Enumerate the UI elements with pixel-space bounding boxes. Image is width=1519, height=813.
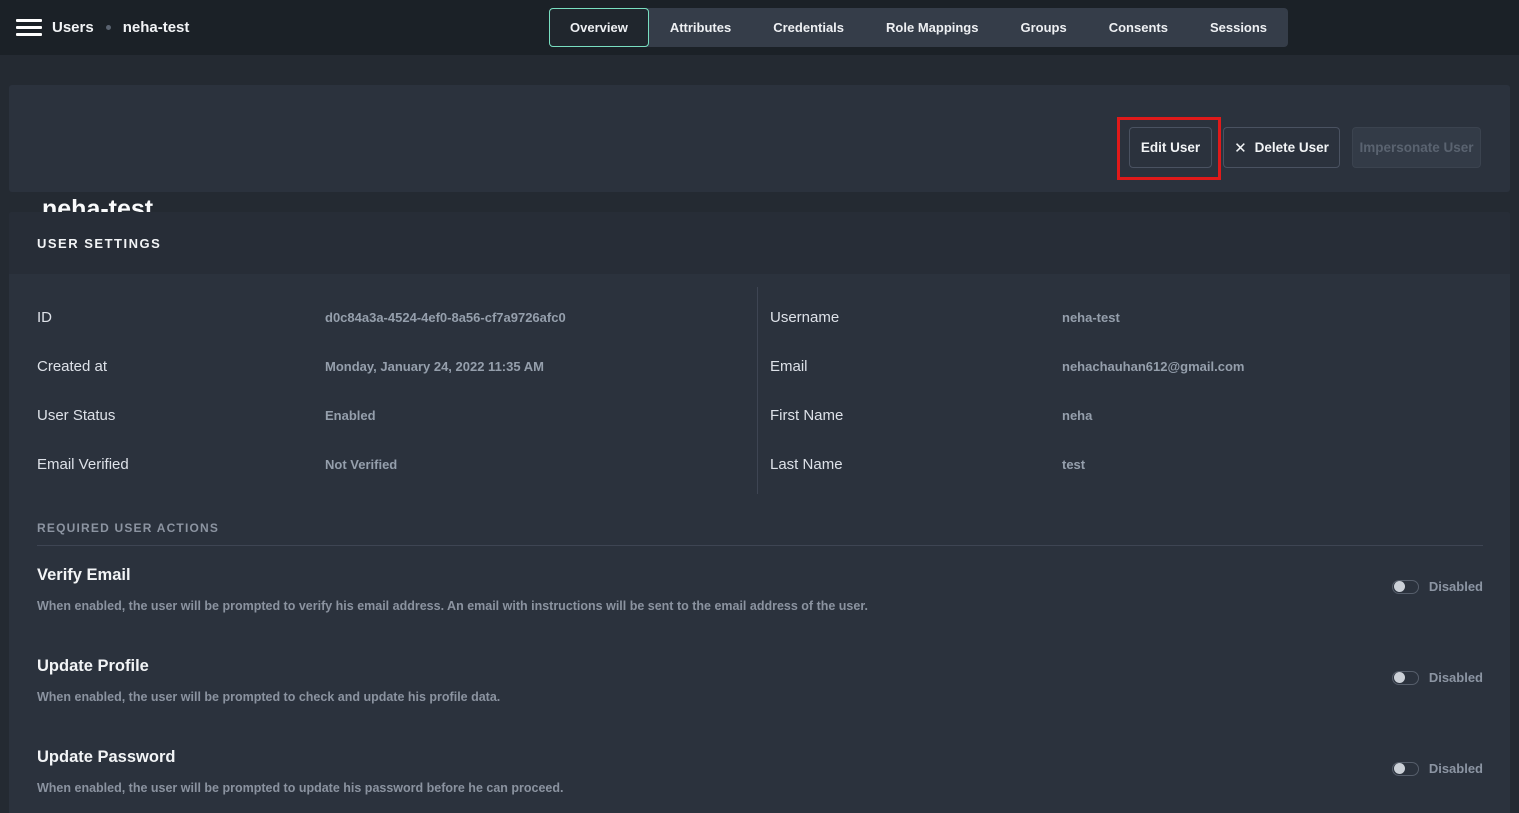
action-update-profile: Update Profile When enabled, the user wi… bbox=[37, 657, 1483, 749]
user-settings-card: USER SETTINGS ID d0c84a3a-4524-4ef0-8a56… bbox=[9, 212, 1510, 813]
action-description: When enabled, the user will be prompted … bbox=[37, 690, 1483, 704]
action-title: Verify Email bbox=[37, 566, 1483, 585]
field-label-email: Email bbox=[770, 358, 808, 375]
impersonate-user-button[interactable]: Impersonate User bbox=[1352, 127, 1481, 168]
breadcrumb-current: neha-test bbox=[123, 19, 190, 36]
field-value-first-name: neha bbox=[1062, 408, 1092, 423]
field-value-email: nehachauhan612@gmail.com bbox=[1062, 359, 1244, 374]
field-label-created-at: Created at bbox=[37, 358, 107, 375]
verify-email-toggle-group: Disabled bbox=[1392, 579, 1483, 594]
required-actions-divider bbox=[37, 545, 1483, 546]
field-label-first-name: First Name bbox=[770, 407, 843, 424]
field-value-last-name: test bbox=[1062, 457, 1085, 472]
tab-bar: Overview Attributes Credentials Role Map… bbox=[549, 8, 1288, 47]
breadcrumb-separator-icon bbox=[106, 25, 111, 30]
tab-consents[interactable]: Consents bbox=[1088, 8, 1189, 47]
verify-email-toggle[interactable] bbox=[1392, 580, 1419, 594]
field-label-id: ID bbox=[37, 309, 52, 326]
delete-user-button[interactable]: ✕ Delete User bbox=[1223, 127, 1340, 168]
field-value-user-status: Enabled bbox=[325, 408, 376, 423]
update-password-toggle-group: Disabled bbox=[1392, 761, 1483, 776]
field-value-username: neha-test bbox=[1062, 310, 1120, 325]
action-title: Update Profile bbox=[37, 657, 1483, 676]
required-actions-title: REQUIRED USER ACTIONS bbox=[37, 521, 219, 535]
toggle-state-label: Disabled bbox=[1429, 670, 1483, 685]
field-label-username: Username bbox=[770, 309, 839, 326]
toggle-knob bbox=[1394, 763, 1405, 774]
user-settings-header: USER SETTINGS bbox=[9, 212, 1510, 274]
update-profile-toggle[interactable] bbox=[1392, 671, 1419, 685]
delete-user-label: Delete User bbox=[1255, 140, 1329, 155]
action-description: When enabled, the user will be prompted … bbox=[37, 781, 1483, 795]
tab-attributes[interactable]: Attributes bbox=[649, 8, 752, 47]
action-verify-email: Verify Email When enabled, the user will… bbox=[37, 566, 1483, 658]
tab-groups[interactable]: Groups bbox=[999, 8, 1087, 47]
breadcrumb-users[interactable]: Users bbox=[52, 19, 94, 36]
field-label-email-verified: Email Verified bbox=[37, 456, 129, 473]
menu-icon[interactable] bbox=[16, 19, 42, 36]
field-value-created-at: Monday, January 24, 2022 11:35 AM bbox=[325, 359, 544, 374]
breadcrumb: Users neha-test bbox=[52, 0, 189, 55]
field-label-last-name: Last Name bbox=[770, 456, 843, 473]
toggle-knob bbox=[1394, 581, 1405, 592]
field-value-id: d0c84a3a-4524-4ef0-8a56-cf7a9726afc0 bbox=[325, 310, 566, 325]
column-divider bbox=[757, 287, 758, 494]
field-value-email-verified: Not Verified bbox=[325, 457, 397, 472]
toggle-knob bbox=[1394, 672, 1405, 683]
action-update-password: Update Password When enabled, the user w… bbox=[37, 748, 1483, 813]
tab-credentials[interactable]: Credentials bbox=[752, 8, 865, 47]
topbar: Users neha-test Overview Attributes Cred… bbox=[0, 0, 1519, 55]
update-profile-toggle-group: Disabled bbox=[1392, 670, 1483, 685]
update-password-toggle[interactable] bbox=[1392, 762, 1419, 776]
action-description: When enabled, the user will be prompted … bbox=[37, 599, 1483, 613]
toggle-state-label: Disabled bbox=[1429, 761, 1483, 776]
edit-user-button[interactable]: Edit User bbox=[1129, 127, 1212, 168]
toggle-state-label: Disabled bbox=[1429, 579, 1483, 594]
user-settings-title: USER SETTINGS bbox=[37, 236, 161, 251]
user-header-card: neha-test d0c84a3a-4524-4ef0-8a56-cf7a97… bbox=[9, 85, 1510, 192]
x-icon: ✕ bbox=[1234, 139, 1247, 157]
tab-role-mappings[interactable]: Role Mappings bbox=[865, 8, 999, 47]
tab-sessions[interactable]: Sessions bbox=[1189, 8, 1288, 47]
field-label-user-status: User Status bbox=[37, 407, 115, 424]
action-title: Update Password bbox=[37, 748, 1483, 767]
tab-overview[interactable]: Overview bbox=[549, 8, 649, 47]
